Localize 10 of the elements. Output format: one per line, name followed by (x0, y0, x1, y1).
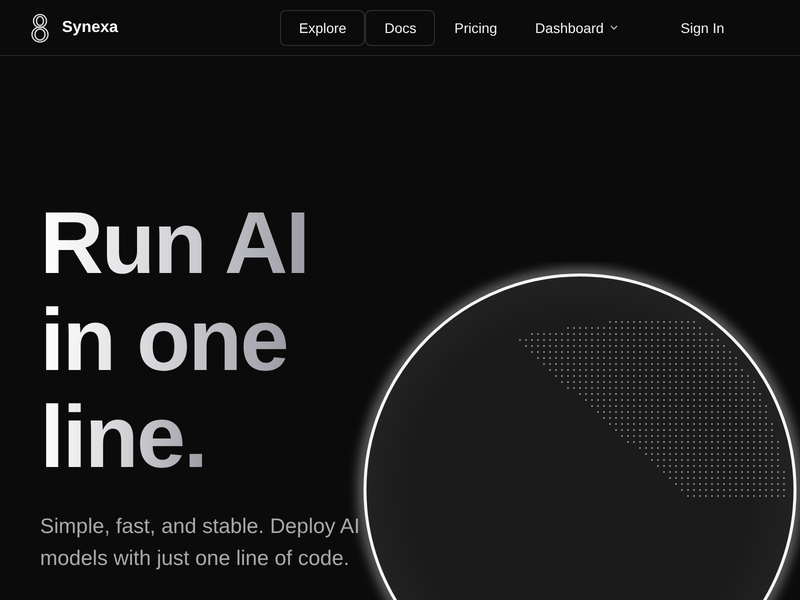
nav-link[interactable]: Explore (280, 10, 366, 46)
logo-icon (30, 12, 50, 42)
sign-in-link[interactable]: Sign In (672, 10, 732, 44)
brand-name[interactable]: Synexa (62, 18, 118, 36)
nav-link[interactable]: Pricing (435, 10, 516, 46)
nav-link[interactable]: Dashboard (516, 10, 637, 46)
hero-subtitle: Simple, fast, and stable. Deploy AI models with just one line of code. (40, 514, 361, 572)
nav-link[interactable]: Docs (365, 10, 436, 46)
chevron-down-icon (610, 25, 618, 30)
hero-headline: Run AI in one line. (40, 194, 310, 485)
